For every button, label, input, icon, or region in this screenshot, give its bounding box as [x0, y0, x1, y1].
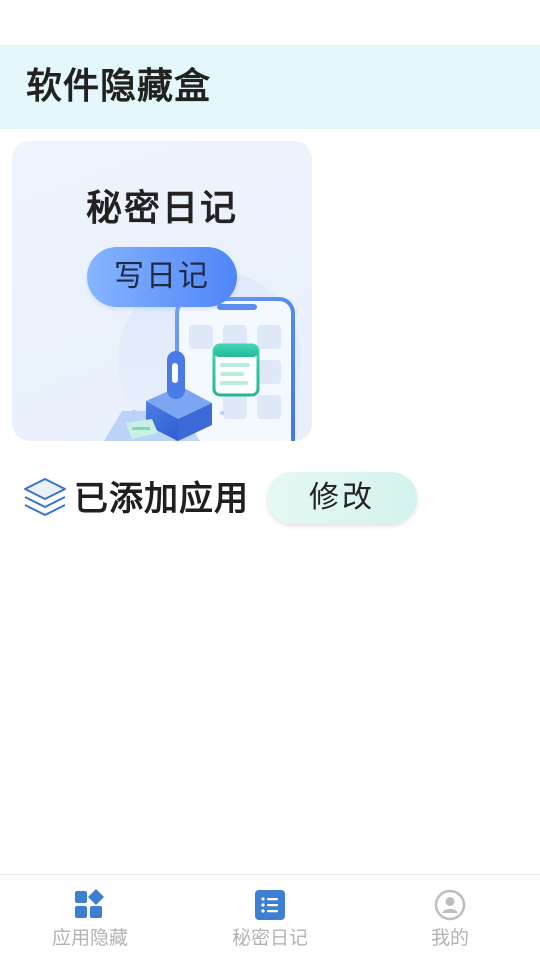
nav-label-mine: 我的: [430, 927, 469, 949]
added-apps-section: 已添加应用 修改: [22, 472, 522, 526]
nav-item-app-hide[interactable]: 应用隐藏: [0, 875, 180, 960]
nav-item-secret-diary[interactable]: 秘密日记: [180, 875, 360, 960]
list-icon: [255, 890, 285, 920]
app-screen: 软件隐藏盒 秘密日记 写日记 已添加应用 修改 应用隐藏 秘密日记 我的: [0, 0, 540, 960]
nav-item-mine[interactable]: 我的: [360, 875, 540, 960]
status-bar: [0, 0, 540, 45]
secret-diary-card[interactable]: 秘密日记 写日记: [12, 141, 312, 441]
write-diary-button[interactable]: 写日记: [87, 247, 237, 307]
added-apps-title: 已添加应用: [74, 479, 249, 519]
edit-button[interactable]: 修改: [267, 472, 417, 524]
bottom-nav: 应用隐藏 秘密日记 我的: [0, 874, 540, 960]
grid-diamond-icon: [75, 889, 104, 918]
page-title: 软件隐藏盒: [26, 66, 212, 107]
user-circle-icon: [434, 889, 466, 921]
diary-card-title: 秘密日记: [85, 188, 238, 229]
nav-label-app-hide: 应用隐藏: [51, 927, 128, 949]
app-header: 软件隐藏盒: [0, 45, 540, 129]
nav-label-secret-diary: 秘密日记: [231, 927, 308, 949]
layers-icon: [24, 478, 66, 516]
